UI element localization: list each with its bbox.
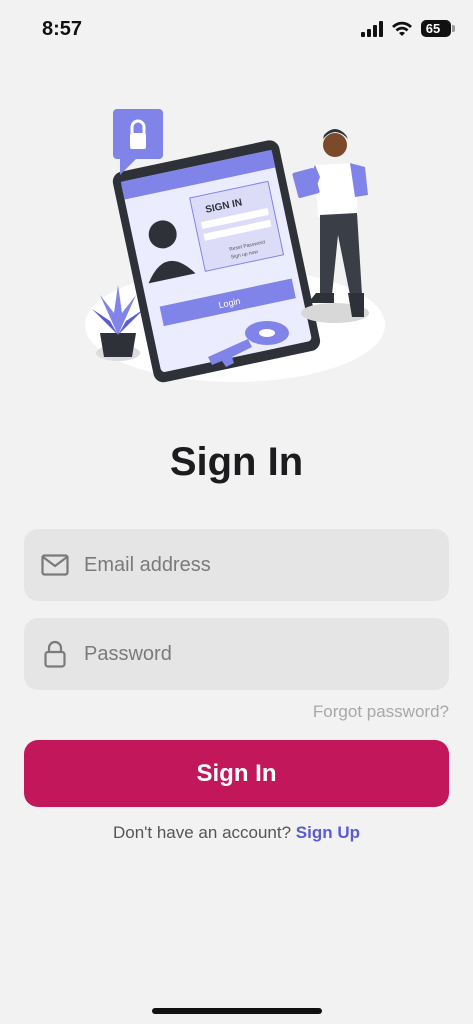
sign-in-screen: 8:57 65 SIGN IN Reset Password Sign up n… bbox=[0, 0, 473, 1024]
password-input[interactable] bbox=[70, 618, 449, 690]
envelope-icon bbox=[40, 550, 70, 580]
signup-row: Don't have an account? Sign Up bbox=[0, 823, 473, 843]
battery-level: 65 bbox=[425, 21, 441, 36]
sign-up-link[interactable]: Sign Up bbox=[296, 823, 360, 842]
forgot-password-link[interactable]: Forgot password? bbox=[313, 702, 449, 722]
status-bar: 8:57 65 bbox=[0, 0, 473, 60]
wifi-icon bbox=[392, 21, 412, 36]
page-title: Sign In bbox=[169, 440, 304, 484]
lock-icon bbox=[40, 639, 70, 669]
email-field[interactable] bbox=[24, 529, 449, 601]
password-field[interactable] bbox=[24, 618, 449, 690]
status-time: 8:57 bbox=[42, 18, 83, 40]
email-input[interactable] bbox=[70, 529, 449, 601]
sign-in-illustration: SIGN IN Reset Password Sign up now Login bbox=[85, 109, 385, 383]
home-indicator[interactable] bbox=[152, 1008, 322, 1014]
sign-in-button[interactable]: Sign In bbox=[24, 740, 449, 807]
signup-prompt: Don't have an account? bbox=[112, 823, 292, 842]
cellular-signal-icon bbox=[361, 20, 383, 37]
battery-icon: 65 bbox=[421, 20, 455, 37]
status-icons: 65 bbox=[361, 20, 455, 37]
